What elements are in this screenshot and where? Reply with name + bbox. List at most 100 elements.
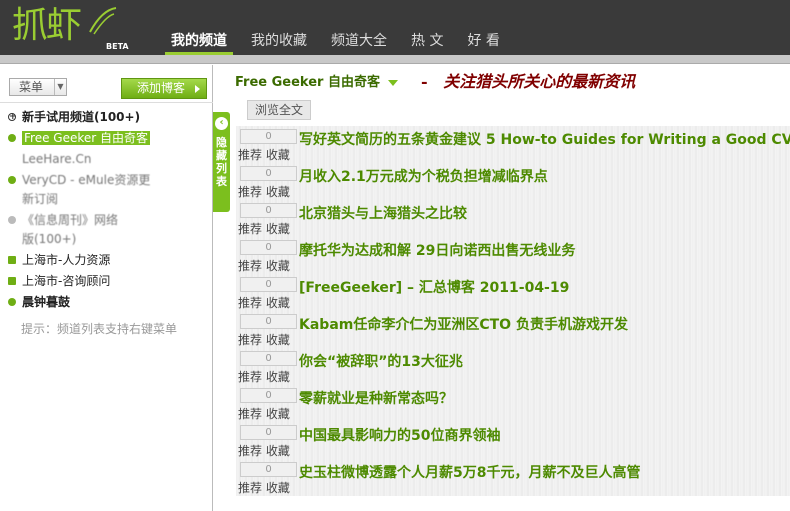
favorite-button[interactable]: 收藏 — [266, 185, 290, 199]
nav-good-reads[interactable]: 好 看 — [461, 30, 505, 55]
favorite-button[interactable]: 收藏 — [266, 407, 290, 421]
channel-item[interactable]: 上海市-咨询顾问 — [6, 272, 206, 291]
article-title-link[interactable]: 中国最具影响力的50位商界领袖 — [299, 425, 500, 445]
recommend-button[interactable]: 推荐 — [238, 296, 262, 310]
recommend-button[interactable]: 推荐 — [238, 222, 262, 236]
nav-hot-articles[interactable]: 热 文 — [405, 30, 449, 55]
article-row: 0 推荐 收藏 月收入2.1万元成为个税负担增减临界点 — [236, 163, 790, 200]
channel-slogan: - 关注猎头所关心的最新资讯 — [421, 68, 635, 92]
article-actions: 推荐 收藏 — [238, 479, 290, 496]
channel-label: 新手试用频道(100+) — [22, 110, 141, 124]
sidebar: 菜单 ▼ 添加博客 新手试用频道(100+) Free Geeker 自由奇客 … — [0, 65, 213, 511]
article-row: 0 推荐 收藏 [FreeGeeker] – 汇总博客 2011-04-19 — [236, 274, 790, 311]
nav-channel-directory[interactable]: 频道大全 — [325, 30, 393, 55]
recommend-button[interactable]: 推荐 — [238, 370, 262, 384]
logo[interactable]: 抓虾 BETA — [10, 2, 129, 52]
article-actions: 推荐 收藏 — [238, 442, 290, 459]
article-row: 0 推荐 收藏 北京猎头与上海猎头之比较 — [236, 200, 790, 237]
recommend-button[interactable]: 推荐 — [238, 185, 262, 199]
favorite-button[interactable]: 收藏 — [266, 333, 290, 347]
recommend-button[interactable]: 推荐 — [238, 407, 262, 421]
article-actions: 推荐 收藏 — [238, 368, 290, 385]
recommend-button[interactable]: 推荐 — [238, 333, 262, 347]
article-title-link[interactable]: 写好英文简历的五条黄金建议 5 How-to Guides for Writin… — [299, 129, 790, 149]
recommend-count: 0 — [240, 351, 297, 366]
menu-dropdown[interactable]: 菜单 ▼ — [9, 78, 67, 96]
nav-my-favorites[interactable]: 我的收藏 — [245, 30, 313, 55]
article-list: 0 推荐 收藏 写好英文简历的五条黄金建议 5 How-to Guides for … — [236, 126, 790, 496]
slogan-text: 关注猎头所关心的最新资讯 — [443, 72, 636, 91]
recommend-count: 0 — [240, 277, 297, 292]
channel-item[interactable]: 晨钟暮鼓 — [6, 293, 206, 312]
recommend-count: 0 — [240, 166, 297, 181]
channel-title: Free Geeker 自由奇客 — [235, 75, 380, 90]
channel-item[interactable]: VeryCD - eMule资源更新订阅 — [6, 171, 156, 209]
dot-icon — [8, 216, 16, 224]
favorite-button[interactable]: 收藏 — [266, 444, 290, 458]
channel-label: 上海市-人力资源 — [22, 253, 111, 267]
recommend-button[interactable]: 推荐 — [238, 148, 262, 162]
article-title-link[interactable]: 史玉柱微博透露个人月薪5万8千元，月薪不及巨人高管 — [299, 462, 640, 482]
channel-label: 《信息周刊》网络版(100+) — [22, 213, 119, 246]
browse-all-button[interactable]: 浏览全文 — [247, 100, 312, 120]
chevron-down-icon — [387, 79, 398, 86]
article-title-link[interactable]: 你会“被辞职”的13大征兆 — [299, 351, 463, 371]
chevron-left-icon: ‹ — [215, 117, 228, 130]
article-row: 0 推荐 收藏 中国最具影响力的50位商界领袖 — [236, 422, 790, 459]
hide-list-label: 隐藏列表 — [216, 136, 227, 188]
article-row: 0 推荐 收藏 你会“被辞职”的13大征兆 — [236, 348, 790, 385]
favorite-button[interactable]: 收藏 — [266, 481, 290, 495]
recommend-button[interactable]: 推荐 — [238, 444, 262, 458]
main-content: Free Geeker 自由奇客 - 关注猎头所关心的最新资讯 浏览全文 0 推荐… — [231, 65, 790, 511]
shrimp-antenna-icon — [89, 7, 117, 35]
channel-label: LeeHare.Cn — [22, 152, 92, 166]
plus-circle-icon — [8, 108, 17, 127]
channel-title-dropdown[interactable]: Free Geeker 自由奇客 — [235, 71, 398, 90]
channel-label: Free Geeker 自由奇客 — [22, 131, 150, 145]
article-title-link[interactable]: Kabam任命李介仁为亚洲区CTO 负责手机游戏开发 — [299, 314, 628, 334]
add-blog-label: 添加博客 — [137, 81, 186, 95]
channel-item[interactable]: 《信息周刊》网络版(100+) — [6, 211, 126, 249]
beta-badge: BETA — [106, 42, 129, 51]
channel-list: 新手试用频道(100+) Free Geeker 自由奇客 LeeHare.Cn… — [6, 108, 206, 314]
favorite-button[interactable]: 收藏 — [266, 148, 290, 162]
recommend-button[interactable]: 推荐 — [238, 259, 262, 273]
favorite-button[interactable]: 收藏 — [266, 259, 290, 273]
article-actions: 推荐 收藏 — [238, 146, 290, 163]
hide-list-tab[interactable]: ‹ 隐藏列表 — [213, 112, 230, 212]
lock-icon — [8, 256, 16, 264]
favorite-button[interactable]: 收藏 — [266, 296, 290, 310]
header-divider — [0, 55, 790, 64]
article-row: 0 推荐 收藏 Kabam任命李介仁为亚洲区CTO 负责手机游戏开发 — [236, 311, 790, 348]
channel-item-selected[interactable]: Free Geeker 自由奇客 — [6, 129, 206, 148]
article-row: 0 推荐 收藏 零薪就业是种新常态吗？ — [236, 385, 790, 422]
article-title-link[interactable]: 零薪就业是种新常态吗？ — [299, 388, 453, 408]
article-actions: 推荐 收藏 — [238, 183, 290, 200]
article-title-link[interactable]: [FreeGeeker] – 汇总博客 2011-04-19 — [299, 277, 569, 297]
article-actions: 推荐 收藏 — [238, 220, 290, 237]
nav-my-channels[interactable]: 我的频道 — [165, 30, 233, 55]
article-title-link[interactable]: 月收入2.1万元成为个税负担增减临界点 — [299, 166, 548, 186]
slogan-dash: - — [421, 72, 428, 91]
main-nav: 我的频道 我的收藏 频道大全 热 文 好 看 — [165, 30, 518, 55]
menu-dropdown-label: 菜单 — [19, 80, 44, 94]
channel-label: 上海市-咨询顾问 — [22, 274, 111, 288]
dot-icon — [8, 298, 16, 306]
recommend-button[interactable]: 推荐 — [238, 481, 262, 495]
article-title-link[interactable]: 摩托华为达成和解 29日向诺西出售无线业务 — [299, 240, 575, 260]
article-actions: 推荐 收藏 — [238, 331, 290, 348]
article-row: 0 推荐 收藏 摩托华为达成和解 29日向诺西出售无线业务 — [236, 237, 790, 274]
add-blog-button[interactable]: 添加博客 — [121, 78, 207, 99]
channel-item[interactable]: 新手试用频道(100+) — [6, 108, 206, 127]
dot-icon — [8, 134, 16, 142]
channel-item[interactable]: 上海市-人力资源 — [6, 251, 206, 270]
logo-text: 抓虾 — [12, 5, 82, 46]
dot-icon — [8, 176, 16, 184]
favorite-button[interactable]: 收藏 — [266, 370, 290, 384]
channel-label: VeryCD - eMule资源更新订阅 — [22, 173, 151, 206]
sidebar-hint: 提示：频道列表支持右键菜单 — [21, 322, 178, 336]
recommend-count: 0 — [240, 388, 297, 403]
channel-item[interactable]: LeeHare.Cn — [6, 150, 206, 169]
favorite-button[interactable]: 收藏 — [266, 222, 290, 236]
article-title-link[interactable]: 北京猎头与上海猎头之比较 — [299, 203, 467, 223]
